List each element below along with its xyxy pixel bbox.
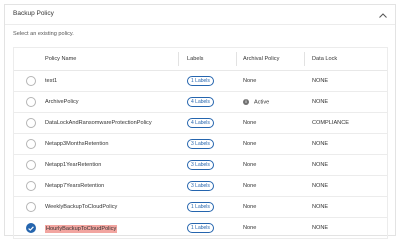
column-divider — [236, 52, 237, 66]
policy-name: Netapp3MonthsRetention — [45, 141, 109, 147]
table-header: Policy Name Labels Archival Policy Data … — [14, 48, 387, 71]
data-lock: NONE — [312, 162, 329, 168]
table-row-selected[interactable]: HourlyBackupToCloudPolicy 1 Labels None … — [14, 218, 387, 239]
archival-policy: None — [243, 183, 257, 189]
row-radio[interactable] — [26, 160, 36, 170]
labels-badge[interactable]: 1 Labels — [187, 223, 214, 233]
policy-table: Policy Name Labels Archival Policy Data … — [13, 47, 388, 239]
panel-title: Backup Policy — [13, 10, 54, 17]
panel-subtitle: Select an existing policy. — [13, 31, 74, 37]
row-radio[interactable] — [26, 118, 36, 128]
row-radio-selected[interactable] — [26, 223, 36, 233]
row-radio[interactable] — [26, 181, 36, 191]
table-row[interactable]: WeeklyBackupToCloudPolicy 1 Labels None … — [14, 197, 387, 218]
archival-policy: None — [243, 78, 257, 84]
labels-badge[interactable]: 3 Labels — [187, 181, 214, 191]
backup-policy-panel: Backup Policy Select an existing policy.… — [4, 4, 396, 239]
data-lock: NONE — [312, 204, 329, 210]
table-row[interactable]: Netapp1YearRetention 3 Labels None NONE — [14, 155, 387, 176]
data-lock: NONE — [312, 183, 329, 189]
policy-name: test1 — [45, 78, 58, 84]
labels-badge[interactable]: 1 Labels — [187, 202, 214, 212]
archival-policy-cell: i Active — [243, 99, 269, 105]
header-policy-name[interactable]: Policy Name — [45, 56, 76, 62]
header-data-lock[interactable]: Data Lock — [312, 56, 337, 62]
header-archival-policy[interactable]: Archival Policy — [243, 56, 279, 62]
labels-badge[interactable]: 4 Labels — [187, 97, 214, 107]
info-icon[interactable]: i — [243, 99, 249, 105]
row-radio[interactable] — [26, 97, 36, 107]
header-labels[interactable]: Labels — [187, 56, 203, 62]
labels-badge[interactable]: 4 Labels — [187, 118, 214, 128]
table-row[interactable]: DataLockAndRansomwareProtectionPolicy 4 … — [14, 113, 387, 134]
policy-name: ArchivePolicy — [45, 99, 79, 105]
column-divider — [178, 52, 179, 66]
data-lock: NONE — [312, 78, 329, 84]
archival-policy: None — [243, 141, 257, 147]
policy-name: HourlyBackupToCloudPolicy — [45, 225, 118, 233]
data-lock: NONE — [312, 99, 329, 105]
data-lock: NONE — [312, 225, 329, 231]
table-row[interactable]: test1 1 Labels None NONE — [14, 71, 387, 92]
policy-name: DataLockAndRansomwareProtectionPolicy — [45, 120, 152, 126]
data-lock: COMPLIANCE — [312, 120, 349, 126]
row-radio[interactable] — [26, 139, 36, 149]
labels-badge[interactable]: 3 Labels — [187, 160, 214, 170]
policy-name: Netapp1YearRetention — [45, 162, 102, 168]
archival-policy: None — [243, 162, 257, 168]
archival-policy: Active — [254, 99, 270, 106]
policy-name: Netapp7YearsRetention — [45, 183, 105, 189]
table-row[interactable]: Netapp7YearsRetention 3 Labels None NONE — [14, 176, 387, 197]
labels-badge[interactable]: 1 Labels — [187, 76, 214, 86]
table-row[interactable]: ArchivePolicy 4 Labels i Active NONE — [14, 92, 387, 113]
chevron-up-icon[interactable] — [377, 9, 389, 21]
row-radio[interactable] — [26, 202, 36, 212]
archival-policy: None — [243, 225, 257, 231]
policy-name: WeeklyBackupToCloudPolicy — [45, 204, 118, 210]
data-lock: NONE — [312, 141, 329, 147]
archival-policy: None — [243, 120, 257, 126]
row-radio[interactable] — [26, 76, 36, 86]
panel-header: Backup Policy — [5, 5, 395, 25]
check-icon — [28, 225, 34, 231]
table-row[interactable]: Netapp3MonthsRetention 3 Labels None NON… — [14, 134, 387, 155]
labels-badge[interactable]: 3 Labels — [187, 139, 214, 149]
column-divider — [304, 52, 305, 66]
archival-policy: None — [243, 204, 257, 210]
